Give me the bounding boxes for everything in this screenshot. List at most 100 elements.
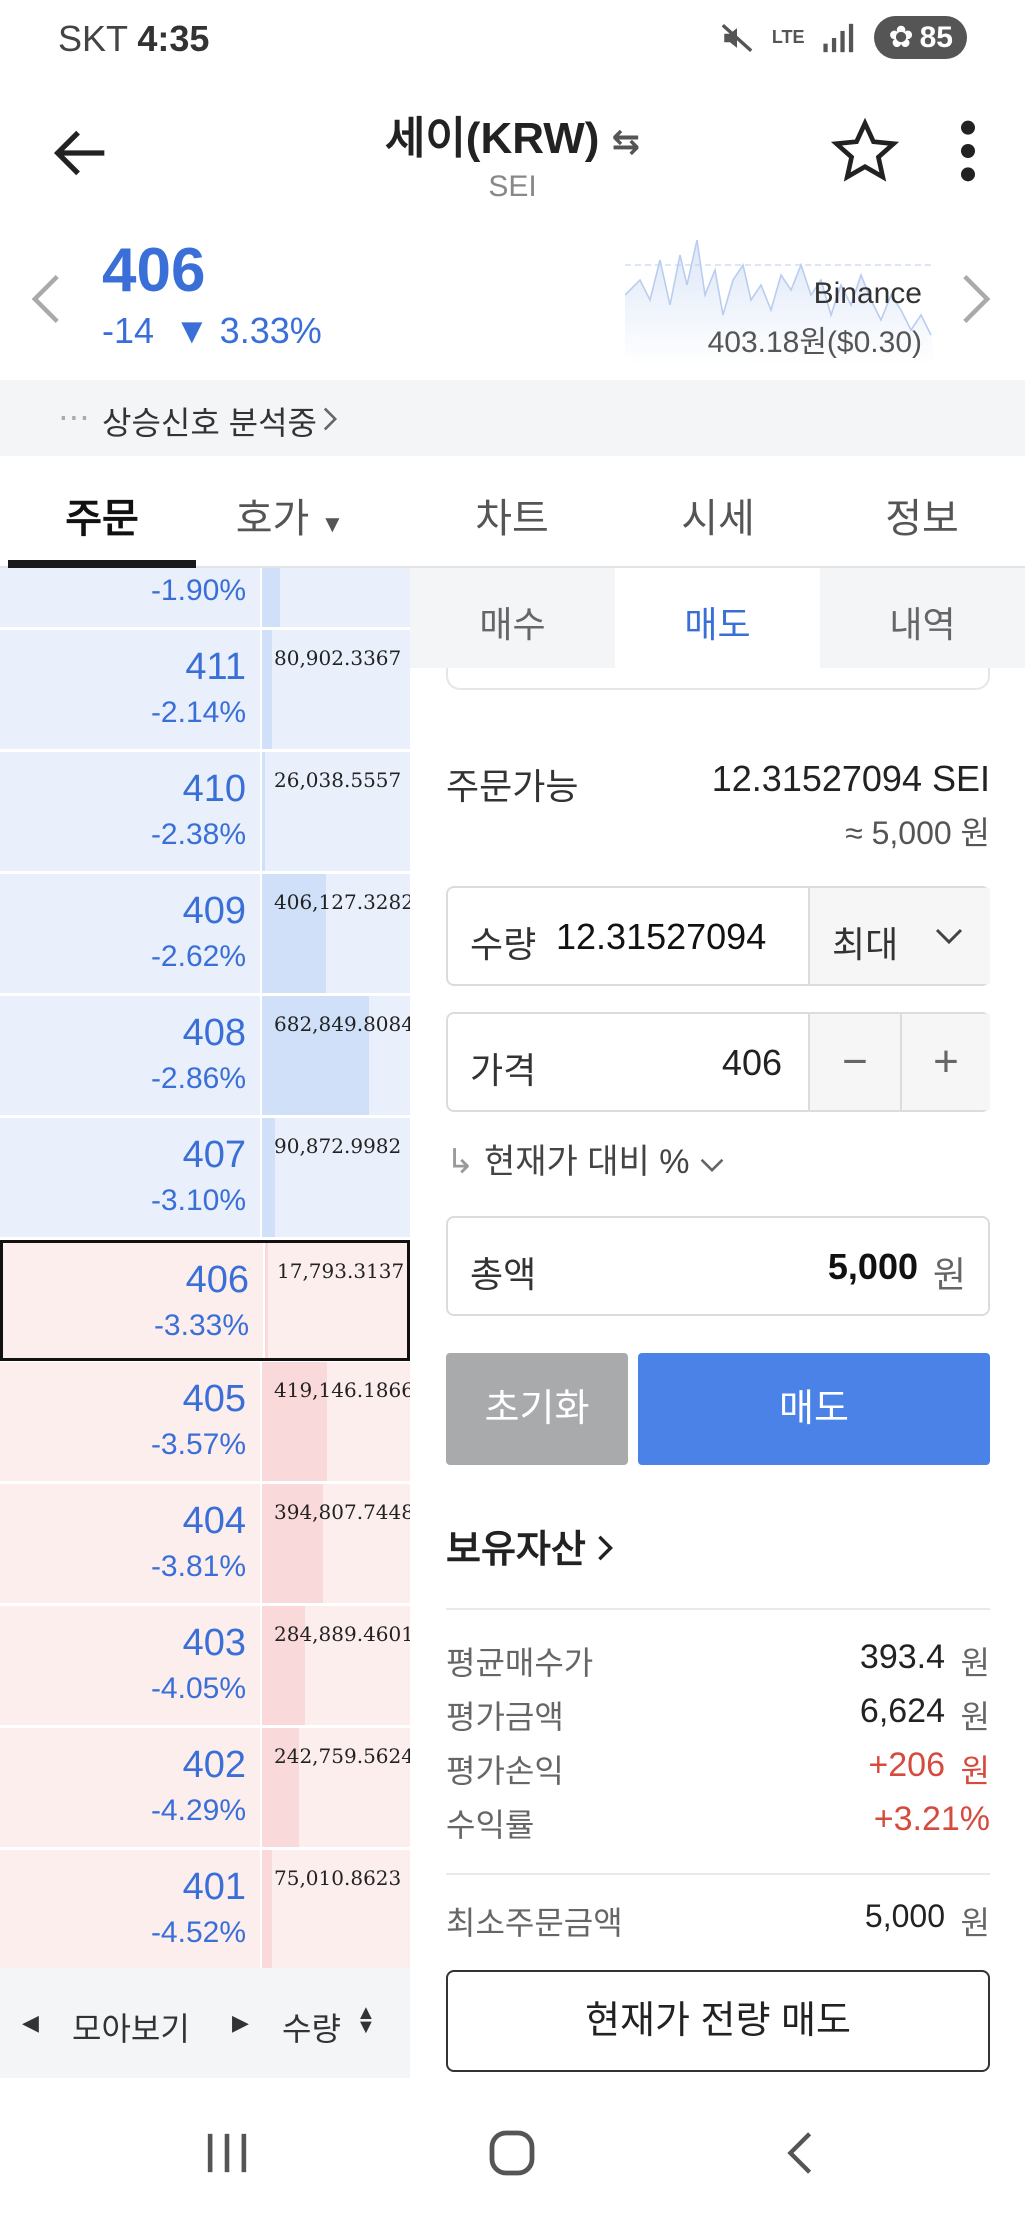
orderbook-row[interactable]: 410 -2.38% 26,038.5557	[0, 752, 410, 873]
orderbook-change-percent: -2.38%	[150, 818, 246, 851]
orderbook-row[interactable]: 411 -2.14% 80,902.3367	[0, 630, 410, 751]
tab-info[interactable]: 정보	[822, 486, 1022, 544]
swap-icon[interactable]: ⇆	[612, 123, 641, 161]
orderbook-price: 410	[182, 768, 246, 810]
tab-orderbook[interactable]: 호가 ▼	[190, 486, 390, 544]
holdings-header[interactable]: 보유자산	[446, 1518, 614, 1573]
aggregate-label[interactable]: 모아보기	[72, 2004, 190, 2050]
tab-buy[interactable]: 매수	[410, 596, 615, 648]
dots-icon: ⋯	[58, 399, 90, 435]
reset-button[interactable]: 초기화	[446, 1353, 628, 1465]
orderbook-change-percent: -3.81%	[150, 1550, 246, 1583]
orderbook-price-cell[interactable]: 411 -2.14%	[0, 630, 262, 749]
orderbook-row[interactable]: 409 -2.62% 406,127.3282	[0, 874, 410, 995]
orderbook-price-cell[interactable]: 403 -4.05%	[0, 1606, 262, 1725]
max-label: 최대	[832, 924, 899, 965]
sell-button[interactable]: 매도	[638, 1353, 990, 1465]
tab-sell[interactable]: 매도	[615, 568, 820, 668]
chevron-right-icon	[323, 407, 338, 431]
coin-name: 세이(KRW)	[384, 114, 600, 163]
orderbook-price: 406	[185, 1259, 249, 1301]
quantity-field[interactable]: 수량 12.31527094 최대	[446, 886, 990, 986]
price-decrease-button[interactable]: −	[808, 1014, 900, 1110]
order-subtabs: 매수 매도 내역	[410, 568, 1025, 668]
orderbook-row[interactable]: 403 -4.05% 284,889.4601	[0, 1606, 410, 1727]
holding-value: +206	[868, 1746, 945, 1784]
orderbook-row[interactable]: 404 -3.81% 394,807.7448	[0, 1484, 410, 1605]
main-tabs: 주문 호가 ▼ 차트 시세 정보	[0, 458, 1025, 568]
tab-chart[interactable]: 차트	[412, 486, 612, 544]
price-field[interactable]: 가격 406 − +	[446, 1012, 990, 1112]
sell-all-button[interactable]: 현재가 전량 매도	[446, 1970, 990, 2072]
chevron-left-icon[interactable]	[28, 271, 64, 327]
orderbook-volume: 80,902.3367	[274, 646, 402, 670]
orderbook-price-cell[interactable]: 405 -3.57%	[0, 1362, 262, 1481]
price-value[interactable]: 406	[722, 1042, 782, 1084]
holding-label: 평가금액	[446, 1699, 564, 1735]
max-select[interactable]: 최대	[808, 888, 990, 984]
orderbook-depth-bar	[265, 1243, 268, 1358]
orderbook-price-cell[interactable]: 412-1.90%	[0, 568, 262, 627]
percent-select-label: 현재가 대비 %	[483, 1143, 690, 1181]
triangle-left-icon[interactable]: ◀	[22, 2010, 39, 2036]
triangle-down-icon: ▼	[320, 511, 345, 538]
current-price: 406	[102, 236, 206, 305]
orderbook-price: 402	[182, 1744, 246, 1786]
lte-icon: LTE	[771, 27, 805, 47]
orderbook-price-cell[interactable]: 401 -4.52%	[0, 1850, 262, 1968]
triangle-right-icon[interactable]: ▶	[232, 2010, 249, 2036]
chevron-right-icon[interactable]	[958, 271, 994, 327]
min-order-value: 5,000	[864, 1898, 945, 1934]
holding-unit: 원	[960, 1699, 990, 1735]
orderbook-price-cell[interactable]: 408 -2.86%	[0, 996, 262, 1115]
change-percent: ▼ 3.33%	[174, 310, 322, 351]
sort-label[interactable]: 수량	[282, 2004, 341, 2050]
orderbook-depth-bar	[262, 568, 280, 627]
percent-select[interactable]: ↳ 현재가 대비 %	[446, 1134, 725, 1183]
orderbook-price-cell[interactable]: 407 -3.10%	[0, 1118, 262, 1237]
orderbook-row[interactable]: 401 -4.52% 75,010.8623	[0, 1850, 410, 1968]
orderbook-row[interactable]: 405 -3.57% 419,146.1866	[0, 1362, 410, 1483]
orderbook-price-cell[interactable]: 409 -2.62%	[0, 874, 262, 993]
signal-analysis-bar[interactable]: ⋯ 상승신호 분석중	[0, 380, 1025, 456]
orderbook-volume: 17,793.3137	[277, 1259, 405, 1283]
tab-history[interactable]: 내역	[820, 596, 1025, 648]
orderbook-row[interactable]: 412-1.90%144,381.1737	[0, 568, 410, 629]
orderbook-row[interactable]: 402 -4.29% 242,759.5624	[0, 1728, 410, 1849]
order-panel: 매수 매도 내역 주문가능 12.31527094 SEI ≈ 5,000 원 …	[410, 568, 1025, 2078]
more-menu-icon[interactable]	[950, 116, 986, 186]
quantity-value[interactable]: 12.31527094	[556, 916, 766, 958]
orderbook-row[interactable]: 406 -3.33% 17,793.3137	[0, 1240, 410, 1361]
status-icons: LTE ✿ 85	[720, 16, 967, 59]
tab-orderbook-label: 호가	[235, 497, 310, 541]
orderbook-price-cell[interactable]: 410 -2.38%	[0, 752, 262, 871]
orderbook-row[interactable]: 408 -2.86% 682,849.8084	[0, 996, 410, 1117]
back-icon[interactable]	[784, 2129, 816, 2177]
orderbook-row[interactable]: 407 -3.10% 90,872.9982	[0, 1118, 410, 1239]
orderbook-price-cell[interactable]: 402 -4.29%	[0, 1728, 262, 1847]
available-label: 주문가능	[446, 766, 579, 807]
available-krw: ≈ 5,000 원	[845, 815, 990, 851]
orderbook-volume: 90,872.9982	[274, 1134, 402, 1158]
tab-order[interactable]: 주문	[2, 486, 202, 544]
holding-label: 수익률	[446, 1807, 535, 1843]
orderbook-volume: 406,127.3282	[274, 890, 410, 914]
orderbook-change-percent: -4.05%	[150, 1672, 246, 1705]
price-increase-button[interactable]: +	[900, 1014, 990, 1110]
total-value[interactable]: 5,000	[828, 1246, 918, 1288]
total-field[interactable]: 총액 5,000 원	[446, 1216, 990, 1316]
order-type-strip	[446, 668, 990, 690]
exchange-name: Binance	[813, 277, 922, 310]
orderbook-price-cell[interactable]: 404 -3.81%	[0, 1484, 262, 1603]
orderbook-price: 411	[185, 646, 246, 688]
change-amount: -14	[102, 310, 155, 351]
recent-apps-icon[interactable]	[205, 2130, 249, 2176]
total-unit: 원	[932, 1254, 966, 1295]
home-icon[interactable]	[488, 2129, 536, 2177]
sort-icon[interactable]: ▲ ▼	[356, 2003, 376, 2037]
tab-quote[interactable]: 시세	[618, 486, 818, 544]
orderbook-volume: 682,849.8084	[274, 1012, 410, 1036]
orderbook-price-cell[interactable]: 406 -3.33%	[3, 1243, 265, 1358]
favorite-star-icon[interactable]	[830, 116, 900, 186]
quantity-label: 수량	[470, 924, 537, 965]
